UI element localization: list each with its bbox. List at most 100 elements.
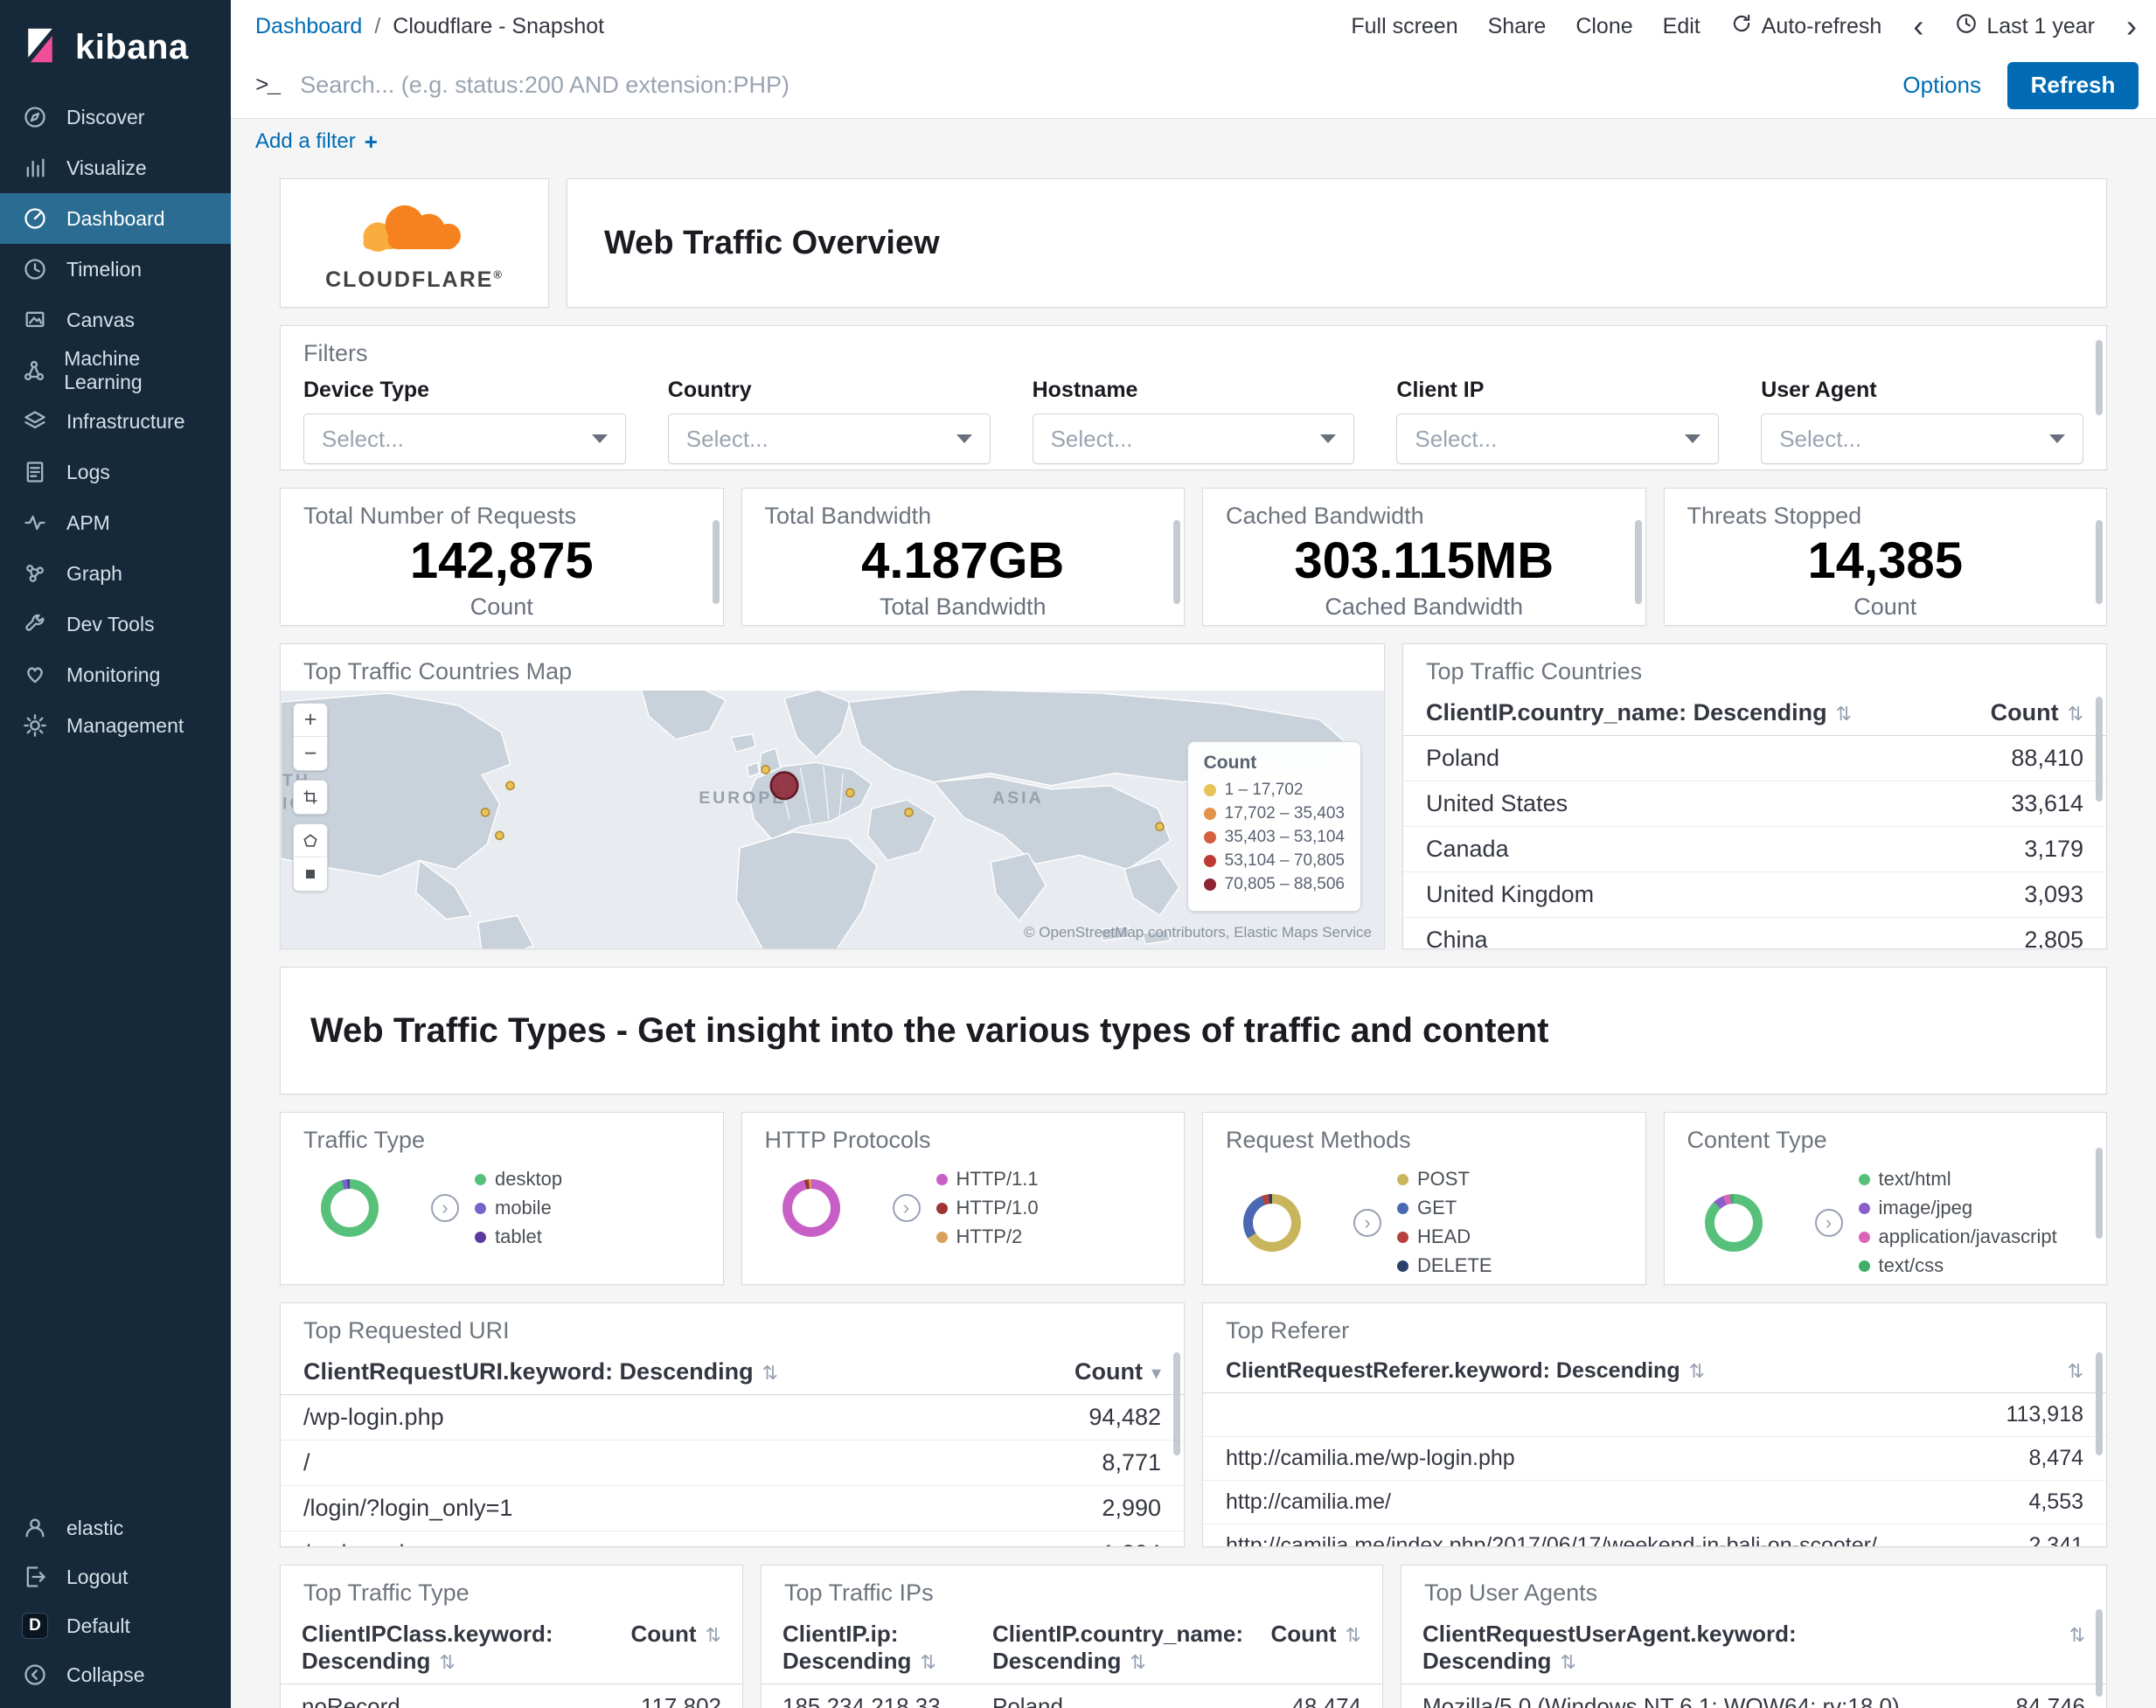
column-header[interactable]: ClientRequestUserAgent.keyword: Descendi…: [1401, 1612, 1958, 1684]
http-protocols-donut-chart[interactable]: [782, 1179, 840, 1237]
legend-item[interactable]: HEAD: [1397, 1225, 1492, 1248]
panel-scrollbar[interactable]: [2096, 520, 2103, 604]
sidebar-item-discover[interactable]: Discover: [0, 92, 231, 142]
apm-icon: [21, 510, 49, 535]
legend-toggle-icon[interactable]: ›: [1353, 1208, 1381, 1237]
table-row: Poland 88,410: [1403, 736, 2106, 781]
search-input[interactable]: [300, 61, 1882, 109]
sidebar-item-management[interactable]: Management: [0, 700, 231, 751]
sidebar-item-logs[interactable]: Logs: [0, 447, 231, 497]
panel-scrollbar[interactable]: [2096, 1609, 2103, 1697]
sidebar-item-graph[interactable]: Graph: [0, 548, 231, 599]
sidebar-item-apm[interactable]: APM: [0, 497, 231, 548]
table-row: Canada 3,179: [1403, 827, 2106, 872]
options-link[interactable]: Options: [1902, 72, 1981, 99]
fit-bounds-icon[interactable]: [294, 781, 327, 814]
column-header[interactable]: Count ▾: [991, 1350, 1184, 1394]
time-range-button[interactable]: Last 1 year: [1955, 12, 2095, 41]
share-button[interactable]: Share: [1488, 14, 1547, 39]
breadcrumb-dashboard-link[interactable]: Dashboard: [255, 14, 362, 39]
sidebar-item-dev-tools[interactable]: Dev Tools: [0, 599, 231, 649]
time-back-icon[interactable]: ‹: [1911, 10, 1925, 42]
sort-icon: ⇅: [2067, 1360, 2083, 1382]
column-header[interactable]: Count ⇅: [1249, 1612, 1382, 1656]
kibana-logo[interactable]: kibana: [0, 0, 231, 92]
legend-item[interactable]: tablet: [475, 1225, 562, 1248]
panel-traffic-countries-map: Top Traffic Countries Map EUROPE ASIA + …: [280, 643, 1385, 949]
legend-toggle-icon[interactable]: ›: [1814, 1208, 1843, 1237]
filter-select[interactable]: Select...: [1761, 413, 2083, 464]
filter-select[interactable]: Select...: [1032, 413, 1355, 464]
panel-scrollbar[interactable]: [1634, 520, 1642, 604]
column-header[interactable]: ClientIP.ip: Descending ⇅: [762, 1612, 971, 1684]
legend-item[interactable]: POST: [1397, 1168, 1492, 1191]
column-header[interactable]: ClientRequestURI.keyword: Descending ⇅: [281, 1350, 991, 1394]
column-header[interactable]: ClientIPClass.keyword: Descending ⇅: [281, 1612, 609, 1684]
clone-button[interactable]: Clone: [1575, 14, 1632, 39]
filter-select[interactable]: Select...: [303, 413, 626, 464]
column-header[interactable]: ⇅: [1958, 1350, 2106, 1392]
metric-title: Total Number of Requests: [303, 503, 577, 529]
column-header[interactable]: ClientIP.country_name: Descending ⇅: [971, 1612, 1249, 1684]
legend-color-dot: [935, 1202, 948, 1214]
legend-item[interactable]: image/jpeg: [1858, 1197, 2057, 1219]
legend-item[interactable]: GET: [1397, 1197, 1492, 1219]
legend-item[interactable]: desktop: [475, 1168, 562, 1191]
legend-toggle-icon[interactable]: ›: [892, 1194, 921, 1222]
sidebar-item-timelion[interactable]: Timelion: [0, 244, 231, 295]
request-methods-donut-chart[interactable]: [1243, 1193, 1301, 1252]
auto-refresh-button[interactable]: Auto-refresh: [1730, 12, 1881, 41]
panel-scrollbar[interactable]: [2096, 1148, 2103, 1239]
legend-item[interactable]: mobile: [475, 1197, 562, 1219]
panel-scrollbar[interactable]: [2096, 697, 2103, 802]
refresh-button[interactable]: Refresh: [2007, 61, 2139, 109]
legend-item[interactable]: text/css: [1858, 1254, 2057, 1277]
content-type-donut-chart[interactable]: [1704, 1193, 1763, 1252]
filter-field: Country Select...: [667, 378, 991, 464]
panel-top-referer: Top Referer ClientRequestReferer.keyword…: [1202, 1302, 2107, 1547]
legend-item[interactable]: HTTP/1.1: [935, 1168, 1039, 1191]
sidebar-item-logout[interactable]: Logout: [0, 1552, 231, 1601]
map-attribution[interactable]: © OpenStreetMap contributors, Elastic Ma…: [1024, 924, 1372, 941]
legend-item[interactable]: text/html: [1858, 1168, 2057, 1191]
rectangle-draw-icon[interactable]: [294, 857, 327, 891]
sidebar-item-monitoring[interactable]: Monitoring: [0, 649, 231, 700]
panel-scrollbar[interactable]: [2096, 1352, 2103, 1455]
column-header[interactable]: ClientRequestReferer.keyword: Descending…: [1203, 1350, 1958, 1392]
metric-sub-label: Cached Bandwidth: [1325, 593, 1524, 620]
column-header[interactable]: ClientIP.country_name: Descending ⇅: [1403, 691, 1949, 735]
sidebar-item-machine-learning[interactable]: Machine Learning: [0, 345, 231, 396]
sidebar-item-collapse[interactable]: Collapse: [0, 1650, 231, 1699]
panel-scrollbar[interactable]: [712, 520, 720, 604]
sidebar-item-infrastructure[interactable]: Infrastructure: [0, 396, 231, 447]
legend-item[interactable]: HTTP/1.0: [935, 1197, 1039, 1219]
add-filter-link[interactable]: Add a filter +: [255, 128, 378, 156]
polygon-draw-icon[interactable]: [294, 824, 327, 857]
sidebar-item-visualize[interactable]: Visualize: [0, 142, 231, 193]
full-screen-button[interactable]: Full screen: [1351, 14, 1457, 39]
legend-item[interactable]: application/javascript: [1858, 1225, 2057, 1248]
sidebar-item-canvas[interactable]: Canvas: [0, 295, 231, 345]
column-header[interactable]: ⇅: [1958, 1612, 2106, 1656]
column-header[interactable]: Count ⇅: [609, 1612, 742, 1656]
legend-toggle-icon[interactable]: ›: [431, 1194, 459, 1222]
filter-select[interactable]: Select...: [667, 413, 991, 464]
legend-item[interactable]: DELETE: [1397, 1254, 1492, 1277]
edit-button[interactable]: Edit: [1663, 14, 1700, 39]
traffic-type-donut-chart[interactable]: [321, 1179, 379, 1237]
sort-icon: ⇅: [439, 1651, 456, 1673]
filter-select[interactable]: Select...: [1396, 413, 1720, 464]
column-header[interactable]: Count ⇅: [1949, 691, 2106, 735]
sidebar-item-user-elastic[interactable]: elastic: [0, 1503, 231, 1552]
metric-panel: Cached Bandwidth 303.115MB Cached Bandwi…: [1202, 488, 1646, 626]
time-forward-icon[interactable]: ›: [2125, 10, 2139, 42]
world-map[interactable]: EUROPE ASIA TH IC: [281, 691, 1384, 948]
sidebar-item-dashboard[interactable]: Dashboard: [0, 193, 231, 244]
panel-scrollbar[interactable]: [1173, 520, 1180, 604]
zoom-in-button[interactable]: +: [294, 704, 327, 737]
panel-scrollbar[interactable]: [2096, 340, 2103, 415]
sidebar-item-default-space[interactable]: D Default: [0, 1601, 231, 1650]
zoom-out-button[interactable]: −: [294, 737, 327, 770]
panel-scrollbar[interactable]: [1173, 1352, 1180, 1455]
legend-item[interactable]: HTTP/2: [935, 1225, 1039, 1248]
